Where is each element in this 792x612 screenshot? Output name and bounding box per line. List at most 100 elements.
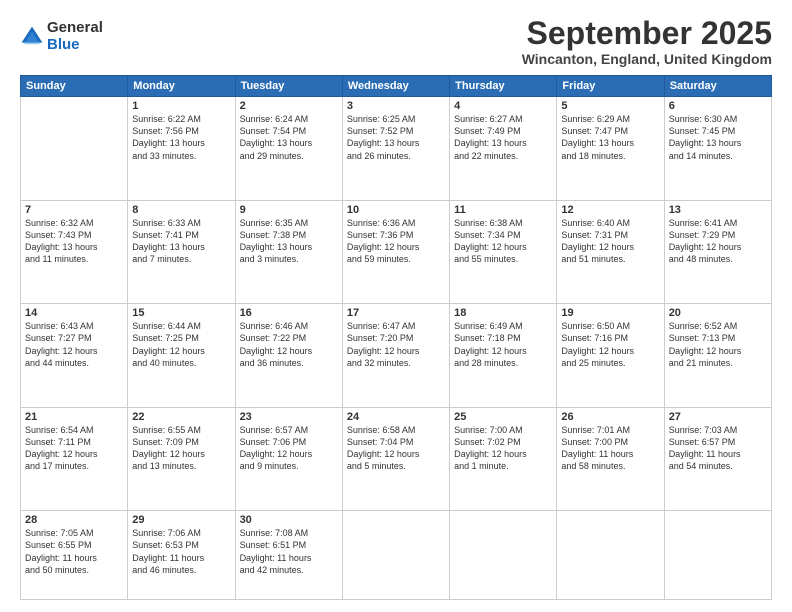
day-info: Sunrise: 6:30 AM Sunset: 7:45 PM Dayligh… xyxy=(669,113,767,162)
table-row: 19Sunrise: 6:50 AM Sunset: 7:16 PM Dayli… xyxy=(557,304,664,408)
day-info: Sunrise: 6:29 AM Sunset: 7:47 PM Dayligh… xyxy=(561,113,659,162)
day-info: Sunrise: 6:50 AM Sunset: 7:16 PM Dayligh… xyxy=(561,320,659,369)
day-info: Sunrise: 6:38 AM Sunset: 7:34 PM Dayligh… xyxy=(454,217,552,266)
day-info: Sunrise: 6:32 AM Sunset: 7:43 PM Dayligh… xyxy=(25,217,123,266)
table-row: 29Sunrise: 7:06 AM Sunset: 6:53 PM Dayli… xyxy=(128,511,235,600)
calendar-table: Sunday Monday Tuesday Wednesday Thursday… xyxy=(20,75,772,600)
table-row: 21Sunrise: 6:54 AM Sunset: 7:11 PM Dayli… xyxy=(21,407,128,511)
logo-text: General Blue xyxy=(47,20,103,53)
table-row: 4Sunrise: 6:27 AM Sunset: 7:49 PM Daylig… xyxy=(450,97,557,201)
col-wednesday: Wednesday xyxy=(342,76,449,97)
day-number: 13 xyxy=(669,204,767,216)
table-row: 2Sunrise: 6:24 AM Sunset: 7:54 PM Daylig… xyxy=(235,97,342,201)
day-info: Sunrise: 6:46 AM Sunset: 7:22 PM Dayligh… xyxy=(240,320,338,369)
day-number: 17 xyxy=(347,307,445,319)
day-number: 16 xyxy=(240,307,338,319)
day-info: Sunrise: 6:43 AM Sunset: 7:27 PM Dayligh… xyxy=(25,320,123,369)
day-info: Sunrise: 7:08 AM Sunset: 6:51 PM Dayligh… xyxy=(240,527,338,576)
day-number: 20 xyxy=(669,307,767,319)
day-info: Sunrise: 6:22 AM Sunset: 7:56 PM Dayligh… xyxy=(132,113,230,162)
day-number: 9 xyxy=(240,204,338,216)
table-row: 9Sunrise: 6:35 AM Sunset: 7:38 PM Daylig… xyxy=(235,200,342,304)
day-info: Sunrise: 7:03 AM Sunset: 6:57 PM Dayligh… xyxy=(669,424,767,473)
day-info: Sunrise: 6:44 AM Sunset: 7:25 PM Dayligh… xyxy=(132,320,230,369)
day-info: Sunrise: 6:41 AM Sunset: 7:29 PM Dayligh… xyxy=(669,217,767,266)
day-number: 21 xyxy=(25,411,123,423)
table-row: 12Sunrise: 6:40 AM Sunset: 7:31 PM Dayli… xyxy=(557,200,664,304)
table-row: 5Sunrise: 6:29 AM Sunset: 7:47 PM Daylig… xyxy=(557,97,664,201)
day-number: 3 xyxy=(347,100,445,112)
day-info: Sunrise: 7:06 AM Sunset: 6:53 PM Dayligh… xyxy=(132,527,230,576)
col-tuesday: Tuesday xyxy=(235,76,342,97)
col-monday: Monday xyxy=(128,76,235,97)
table-row: 18Sunrise: 6:49 AM Sunset: 7:18 PM Dayli… xyxy=(450,304,557,408)
day-info: Sunrise: 6:52 AM Sunset: 7:13 PM Dayligh… xyxy=(669,320,767,369)
table-row: 7Sunrise: 6:32 AM Sunset: 7:43 PM Daylig… xyxy=(21,200,128,304)
month-title: September 2025 xyxy=(522,16,772,51)
day-number: 6 xyxy=(669,100,767,112)
col-sunday: Sunday xyxy=(21,76,128,97)
day-info: Sunrise: 6:33 AM Sunset: 7:41 PM Dayligh… xyxy=(132,217,230,266)
day-number: 19 xyxy=(561,307,659,319)
table-row: 13Sunrise: 6:41 AM Sunset: 7:29 PM Dayli… xyxy=(664,200,771,304)
table-row: 16Sunrise: 6:46 AM Sunset: 7:22 PM Dayli… xyxy=(235,304,342,408)
day-info: Sunrise: 6:55 AM Sunset: 7:09 PM Dayligh… xyxy=(132,424,230,473)
day-number: 23 xyxy=(240,411,338,423)
table-row: 17Sunrise: 6:47 AM Sunset: 7:20 PM Dayli… xyxy=(342,304,449,408)
table-row: 6Sunrise: 6:30 AM Sunset: 7:45 PM Daylig… xyxy=(664,97,771,201)
table-row: 20Sunrise: 6:52 AM Sunset: 7:13 PM Dayli… xyxy=(664,304,771,408)
day-number: 28 xyxy=(25,514,123,526)
location: Wincanton, England, United Kingdom xyxy=(522,51,772,67)
day-number: 22 xyxy=(132,411,230,423)
table-row: 8Sunrise: 6:33 AM Sunset: 7:41 PM Daylig… xyxy=(128,200,235,304)
logo-general: General xyxy=(47,20,103,37)
table-row: 26Sunrise: 7:01 AM Sunset: 7:00 PM Dayli… xyxy=(557,407,664,511)
day-number: 25 xyxy=(454,411,552,423)
day-info: Sunrise: 6:27 AM Sunset: 7:49 PM Dayligh… xyxy=(454,113,552,162)
day-info: Sunrise: 7:01 AM Sunset: 7:00 PM Dayligh… xyxy=(561,424,659,473)
day-number: 15 xyxy=(132,307,230,319)
table-row: 24Sunrise: 6:58 AM Sunset: 7:04 PM Dayli… xyxy=(342,407,449,511)
header-row: Sunday Monday Tuesday Wednesday Thursday… xyxy=(21,76,772,97)
day-number: 7 xyxy=(25,204,123,216)
logo-blue: Blue xyxy=(47,37,103,54)
day-number: 4 xyxy=(454,100,552,112)
day-number: 10 xyxy=(347,204,445,216)
table-row: 14Sunrise: 6:43 AM Sunset: 7:27 PM Dayli… xyxy=(21,304,128,408)
col-friday: Friday xyxy=(557,76,664,97)
day-number: 18 xyxy=(454,307,552,319)
day-info: Sunrise: 6:57 AM Sunset: 7:06 PM Dayligh… xyxy=(240,424,338,473)
day-number: 27 xyxy=(669,411,767,423)
table-row: 23Sunrise: 6:57 AM Sunset: 7:06 PM Dayli… xyxy=(235,407,342,511)
day-number: 26 xyxy=(561,411,659,423)
table-row: 11Sunrise: 6:38 AM Sunset: 7:34 PM Dayli… xyxy=(450,200,557,304)
table-row: 15Sunrise: 6:44 AM Sunset: 7:25 PM Dayli… xyxy=(128,304,235,408)
day-info: Sunrise: 6:24 AM Sunset: 7:54 PM Dayligh… xyxy=(240,113,338,162)
table-row: 28Sunrise: 7:05 AM Sunset: 6:55 PM Dayli… xyxy=(21,511,128,600)
table-row: 10Sunrise: 6:36 AM Sunset: 7:36 PM Dayli… xyxy=(342,200,449,304)
day-info: Sunrise: 6:49 AM Sunset: 7:18 PM Dayligh… xyxy=(454,320,552,369)
day-number: 24 xyxy=(347,411,445,423)
day-number: 29 xyxy=(132,514,230,526)
day-number: 1 xyxy=(132,100,230,112)
day-info: Sunrise: 6:40 AM Sunset: 7:31 PM Dayligh… xyxy=(561,217,659,266)
day-number: 12 xyxy=(561,204,659,216)
day-number: 30 xyxy=(240,514,338,526)
table-row xyxy=(557,511,664,600)
day-number: 8 xyxy=(132,204,230,216)
table-row xyxy=(450,511,557,600)
day-info: Sunrise: 6:58 AM Sunset: 7:04 PM Dayligh… xyxy=(347,424,445,473)
table-row: 3Sunrise: 6:25 AM Sunset: 7:52 PM Daylig… xyxy=(342,97,449,201)
day-info: Sunrise: 6:36 AM Sunset: 7:36 PM Dayligh… xyxy=(347,217,445,266)
header: General Blue September 2025 Wincanton, E… xyxy=(20,16,772,67)
col-saturday: Saturday xyxy=(664,76,771,97)
table-row: 25Sunrise: 7:00 AM Sunset: 7:02 PM Dayli… xyxy=(450,407,557,511)
title-block: September 2025 Wincanton, England, Unite… xyxy=(522,16,772,67)
day-number: 5 xyxy=(561,100,659,112)
day-number: 11 xyxy=(454,204,552,216)
day-info: Sunrise: 7:00 AM Sunset: 7:02 PM Dayligh… xyxy=(454,424,552,473)
page: General Blue September 2025 Wincanton, E… xyxy=(0,0,792,612)
day-number: 2 xyxy=(240,100,338,112)
table-row: 1Sunrise: 6:22 AM Sunset: 7:56 PM Daylig… xyxy=(128,97,235,201)
day-info: Sunrise: 6:54 AM Sunset: 7:11 PM Dayligh… xyxy=(25,424,123,473)
